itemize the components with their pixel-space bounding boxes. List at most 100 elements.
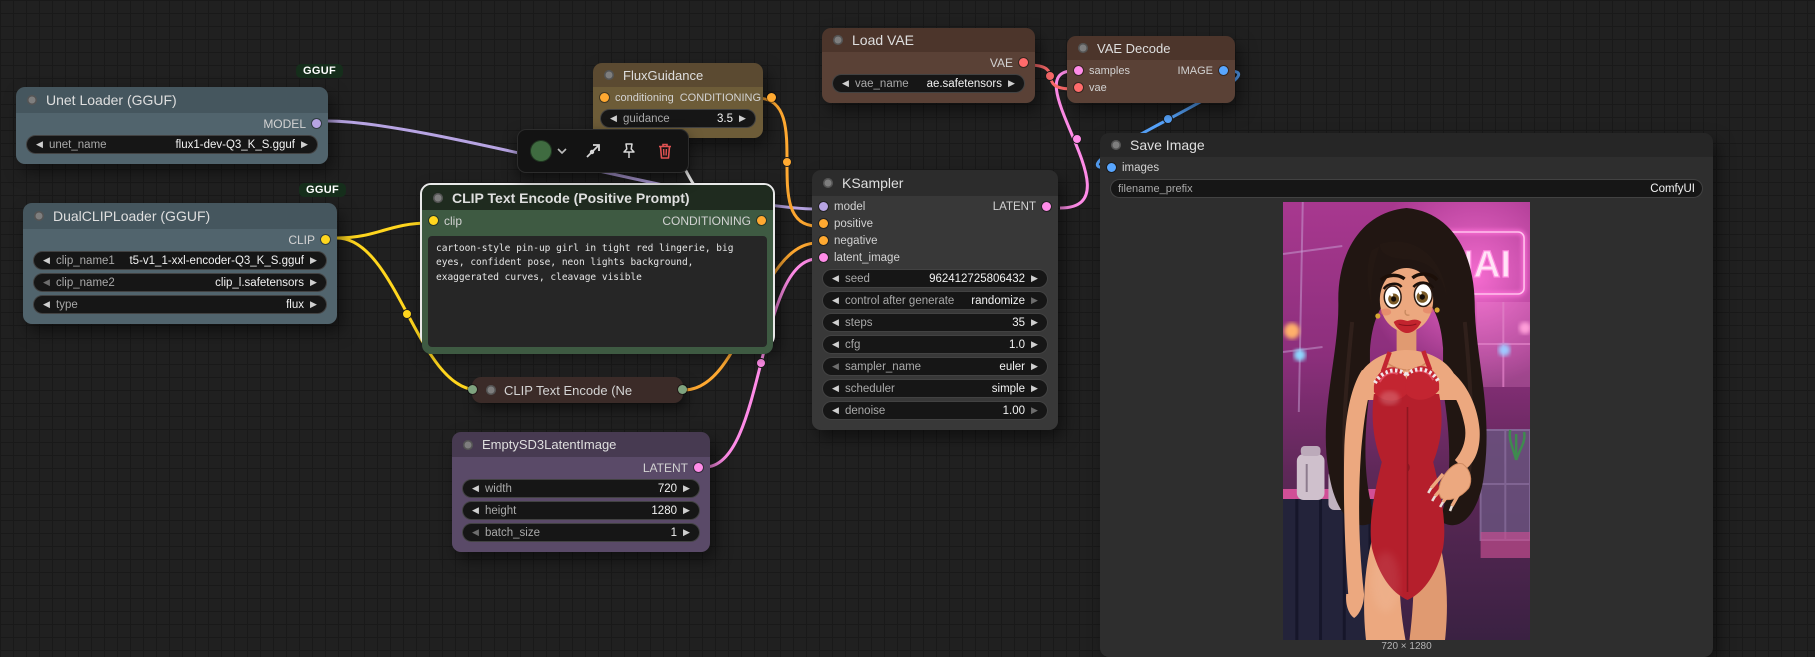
vae-slot-icon[interactable] bbox=[1019, 58, 1028, 67]
widget-seed[interactable]: ◀ seed 962412725806432 ▶ bbox=[822, 269, 1048, 288]
node-unet-loader[interactable]: Unet Loader (GGUF) MODEL ◀ unet_name flu… bbox=[16, 87, 328, 164]
collapsed-output-slot-icon[interactable] bbox=[678, 385, 687, 394]
output-slot-latent[interactable]: LATENT bbox=[452, 459, 710, 476]
next-arrow-icon[interactable]: ▶ bbox=[1006, 75, 1017, 92]
selection-toolbar[interactable] bbox=[517, 129, 689, 173]
next-arrow-icon[interactable]: ▶ bbox=[308, 296, 319, 313]
node-titlebar[interactable]: FluxGuidance bbox=[593, 63, 763, 87]
widget-control-after-generate[interactable]: ◀ control after generate randomize ▶ bbox=[822, 291, 1048, 310]
output-slot-vae[interactable]: VAE bbox=[822, 54, 1035, 71]
next-arrow-icon[interactable]: ▶ bbox=[1029, 402, 1040, 419]
collapse-dot-icon[interactable] bbox=[1078, 43, 1088, 53]
widget-type[interactable]: ◀ type flux ▶ bbox=[33, 295, 327, 314]
input-slot-images[interactable]: images bbox=[1100, 159, 1713, 176]
chevron-down-icon[interactable] bbox=[556, 145, 568, 157]
next-arrow-icon[interactable]: ▶ bbox=[1029, 292, 1040, 309]
link-midpoint-dot[interactable] bbox=[782, 157, 792, 167]
prev-arrow-icon[interactable]: ◀ bbox=[840, 75, 851, 92]
next-arrow-icon[interactable]: ▶ bbox=[308, 274, 319, 291]
input-slot-clip[interactable]: clip bbox=[429, 214, 462, 228]
widget-unet-name[interactable]: ◀ unet_name flux1-dev-Q3_K_S.gguf ▶ bbox=[26, 135, 318, 154]
node-titlebar[interactable]: KSampler bbox=[812, 170, 1058, 196]
next-arrow-icon[interactable]: ▶ bbox=[681, 480, 692, 497]
collapse-dot-icon[interactable] bbox=[433, 192, 443, 203]
prev-arrow-icon[interactable]: ◀ bbox=[830, 336, 841, 353]
next-arrow-icon[interactable]: ▶ bbox=[1029, 336, 1040, 353]
widget-height[interactable]: ◀ height 1280 ▶ bbox=[462, 501, 700, 520]
latent-slot-icon[interactable] bbox=[1074, 66, 1083, 75]
node-flux-guidance[interactable]: FluxGuidance conditioning CONDITIONING ◀… bbox=[593, 63, 776, 138]
widget-filename-prefix[interactable]: filename_prefix ComfyUI bbox=[1110, 179, 1703, 198]
node-titlebar[interactable]: Save Image bbox=[1100, 133, 1713, 157]
conditioning-slot-icon[interactable] bbox=[819, 236, 828, 245]
next-arrow-icon[interactable]: ▶ bbox=[737, 110, 748, 127]
output-slot-conditioning[interactable]: CONDITIONING bbox=[662, 214, 766, 228]
prev-arrow-icon[interactable]: ◀ bbox=[470, 524, 481, 541]
node-titlebar[interactable]: Unet Loader (GGUF) bbox=[16, 87, 328, 113]
node-clip-text-encode-positive[interactable]: CLIP Text Encode (Positive Prompt) clip … bbox=[420, 183, 775, 354]
node-ksampler[interactable]: KSampler model LATENT positive negative bbox=[812, 170, 1058, 430]
node-titlebar[interactable]: DualCLIPLoader (GGUF) bbox=[23, 203, 337, 229]
widget-clip-name2[interactable]: ◀ clip_name2 clip_l.safetensors ▶ bbox=[33, 273, 327, 292]
output-slot-model[interactable]: MODEL bbox=[16, 115, 328, 132]
conditioning-slot-icon[interactable] bbox=[600, 93, 609, 102]
collapse-dot-icon[interactable] bbox=[27, 95, 37, 105]
collapse-dot-icon[interactable] bbox=[34, 211, 44, 221]
image-slot-icon[interactable] bbox=[1107, 163, 1116, 172]
next-arrow-icon[interactable]: ▶ bbox=[1029, 270, 1040, 287]
pin-button[interactable] bbox=[618, 140, 640, 162]
node-titlebar[interactable]: VAE Decode bbox=[1067, 36, 1235, 60]
prev-arrow-icon[interactable]: ◀ bbox=[608, 110, 619, 127]
input-slot-positive[interactable]: positive bbox=[812, 215, 1058, 232]
widget-cfg[interactable]: ◀ cfg 1.0 ▶ bbox=[822, 335, 1048, 354]
next-arrow-icon[interactable]: ▶ bbox=[681, 502, 692, 519]
clip-slot-icon[interactable] bbox=[321, 235, 330, 244]
next-arrow-icon[interactable]: ▶ bbox=[1029, 358, 1040, 375]
conditioning-slot-icon[interactable] bbox=[757, 216, 766, 225]
node-dual-clip-loader[interactable]: DualCLIPLoader (GGUF) CLIP ◀ clip_name1 … bbox=[23, 203, 337, 324]
prev-arrow-icon[interactable]: ◀ bbox=[830, 314, 841, 331]
output-slot-conditioning[interactable]: CONDITIONING bbox=[680, 92, 776, 104]
prev-arrow-icon[interactable]: ◀ bbox=[41, 274, 52, 291]
color-swatch-icon[interactable] bbox=[530, 140, 552, 162]
collapse-dot-icon[interactable] bbox=[486, 385, 496, 395]
widget-guidance[interactable]: ◀ guidance 3.5 ▶ bbox=[600, 109, 756, 128]
latent-slot-icon[interactable] bbox=[1042, 202, 1051, 211]
clip-slot-icon[interactable] bbox=[429, 216, 438, 225]
widget-width[interactable]: ◀ width 720 ▶ bbox=[462, 479, 700, 498]
latent-slot-icon[interactable] bbox=[694, 463, 703, 472]
prompt-textarea[interactable]: cartoon-style pin-up girl in tight red l… bbox=[428, 236, 767, 347]
node-load-vae[interactable]: Load VAE VAE ◀ vae_name ae.safetensors ▶ bbox=[822, 28, 1035, 103]
prev-arrow-icon[interactable]: ◀ bbox=[470, 480, 481, 497]
image-slot-icon[interactable] bbox=[1219, 66, 1228, 75]
widget-vae-name[interactable]: ◀ vae_name ae.safetensors ▶ bbox=[832, 74, 1025, 93]
node-vae-decode[interactable]: VAE Decode samples IMAGE vae bbox=[1067, 36, 1235, 103]
prev-arrow-icon[interactable]: ◀ bbox=[34, 136, 45, 153]
node-titlebar[interactable]: EmptySD3LatentImage bbox=[452, 432, 710, 457]
input-slot-conditioning[interactable]: conditioning bbox=[600, 92, 674, 104]
collapse-dot-icon[interactable] bbox=[1111, 140, 1121, 150]
prev-arrow-icon[interactable]: ◀ bbox=[830, 358, 841, 375]
output-slot-clip[interactable]: CLIP bbox=[23, 231, 337, 248]
collapse-dot-icon[interactable] bbox=[833, 35, 843, 45]
output-slot-latent[interactable]: LATENT bbox=[993, 201, 1051, 213]
link-midpoint-dot[interactable] bbox=[402, 309, 412, 319]
node-empty-sd3-latent-image[interactable]: EmptySD3LatentImage LATENT ◀ width 720 ▶… bbox=[452, 432, 710, 552]
next-arrow-icon[interactable]: ▶ bbox=[1029, 314, 1040, 331]
node-titlebar[interactable]: CLIP Text Encode (Positive Prompt) bbox=[422, 185, 773, 210]
conditioning-slot-icon[interactable] bbox=[767, 93, 776, 102]
bypass-button[interactable] bbox=[582, 140, 604, 162]
prev-arrow-icon[interactable]: ◀ bbox=[830, 292, 841, 309]
widget-scheduler[interactable]: ◀ scheduler simple ▶ bbox=[822, 379, 1048, 398]
prev-arrow-icon[interactable]: ◀ bbox=[470, 502, 481, 519]
prev-arrow-icon[interactable]: ◀ bbox=[830, 270, 841, 287]
next-arrow-icon[interactable]: ▶ bbox=[299, 136, 310, 153]
input-slot-model[interactable]: model bbox=[819, 201, 865, 213]
delete-button[interactable] bbox=[654, 140, 676, 162]
prev-arrow-icon[interactable]: ◀ bbox=[830, 380, 841, 397]
prev-arrow-icon[interactable]: ◀ bbox=[830, 402, 841, 419]
output-slot-image[interactable]: IMAGE bbox=[1178, 65, 1228, 77]
link-midpoint-dot[interactable] bbox=[1163, 114, 1173, 124]
link-midpoint-dot[interactable] bbox=[756, 358, 766, 368]
widget-denoise[interactable]: ◀ denoise 1.00 ▶ bbox=[822, 401, 1048, 420]
